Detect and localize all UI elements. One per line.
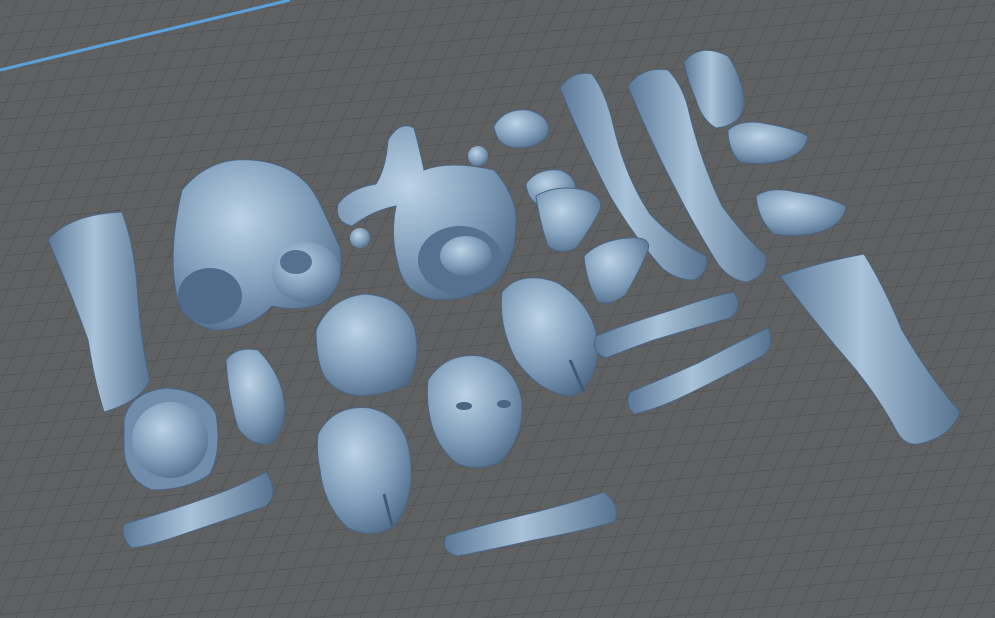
socket-joint-plate-part[interactable] (123, 387, 219, 491)
3d-viewport[interactable] (0, 0, 995, 618)
build-plate-scene[interactable] (0, 0, 995, 618)
head-back-part[interactable] (315, 293, 418, 397)
